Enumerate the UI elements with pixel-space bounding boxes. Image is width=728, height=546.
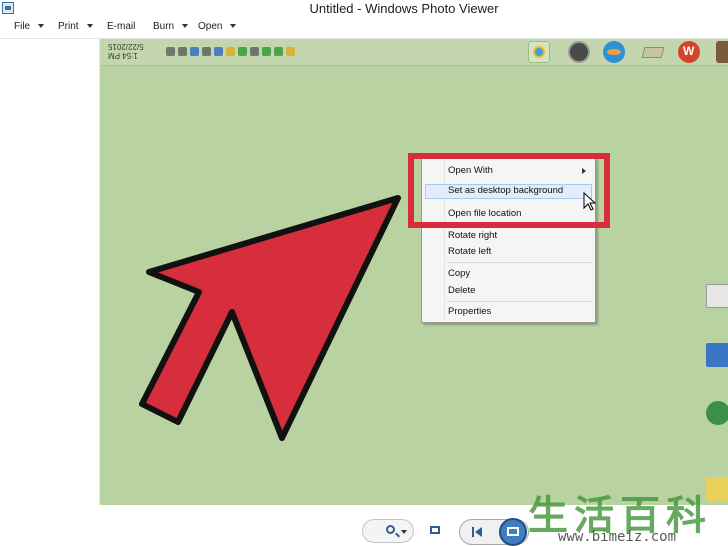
annotation-arrow-icon bbox=[139, 195, 401, 441]
menu-separator bbox=[447, 301, 592, 302]
menu-item-delete-label: Delete bbox=[448, 285, 476, 296]
menu-item-copy-label: Copy bbox=[448, 268, 471, 279]
zoom-icon bbox=[386, 525, 395, 534]
zoom-button[interactable] bbox=[362, 519, 414, 543]
menu-separator bbox=[447, 262, 592, 263]
menu-item-rotate-left[interactable]: Rotate left bbox=[425, 245, 592, 260]
watermark-url: www.bimeiz.com bbox=[558, 529, 677, 545]
menu-item-rotate-right-label: Rotate right bbox=[448, 230, 498, 241]
menu-item-rotate-right[interactable]: Rotate right bbox=[425, 229, 592, 244]
mouse-cursor-icon bbox=[583, 192, 597, 211]
fit-to-window-icon[interactable] bbox=[428, 523, 442, 537]
annotation-highlight-box bbox=[408, 153, 610, 228]
menu-item-properties-label: Properties bbox=[448, 306, 492, 317]
menu-item-delete[interactable]: Delete bbox=[425, 284, 592, 299]
previous-icon[interactable] bbox=[472, 527, 482, 537]
menu-item-copy[interactable]: Copy bbox=[425, 267, 592, 282]
slideshow-icon[interactable] bbox=[499, 518, 527, 546]
watermark: 生活百科 www.bimeiz.com bbox=[528, 483, 728, 546]
chevron-down-icon bbox=[401, 530, 407, 534]
menu-item-rotate-left-label: Rotate left bbox=[448, 246, 492, 257]
menu-item-properties[interactable]: Properties bbox=[425, 305, 592, 320]
